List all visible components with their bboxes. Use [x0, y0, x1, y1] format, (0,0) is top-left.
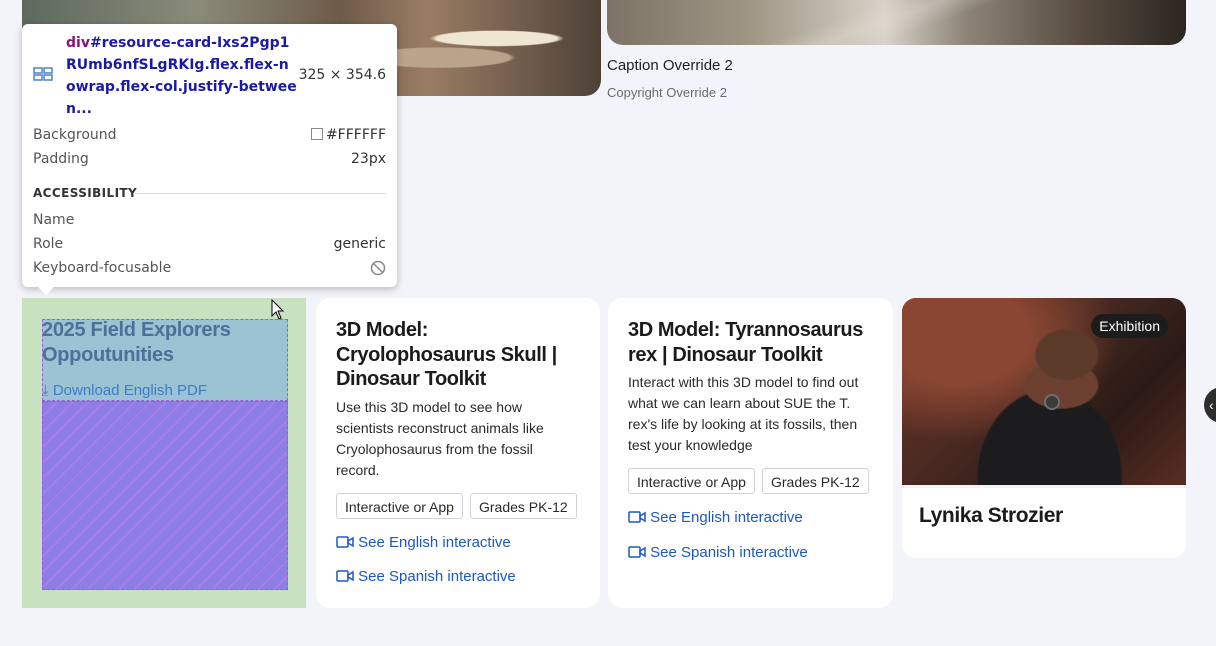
person-name[interactable]: Lynika Strozier: [919, 504, 1063, 528]
image-copyright: Copyright Override 2: [607, 85, 727, 100]
not-focusable-icon: [370, 260, 386, 276]
name-label: Name: [33, 212, 75, 228]
featured-image-right[interactable]: [607, 0, 1186, 45]
carousel-next-button[interactable]: ‹: [1204, 387, 1216, 423]
chevron-icon: ‹: [1209, 397, 1214, 413]
color-swatch: [310, 128, 323, 140]
role-value: generic: [333, 236, 386, 252]
microphone: [1046, 396, 1058, 408]
accessibility-section-title: ACCESSIBILITY: [33, 186, 138, 200]
tag-chip-grades: Grades PK-12: [762, 468, 869, 494]
tag-chip-type: Interactive or App: [336, 493, 463, 519]
background-label: Background: [33, 127, 117, 143]
devtools-inspect-tooltip: div#resource-card-Ixs2Pgp1RUmb6nfSLgRKIg…: [22, 24, 397, 287]
see-english-interactive-link[interactable]: See English interactive: [336, 534, 511, 551]
tag-chip-type: Interactive or App: [628, 468, 755, 494]
card-description: Interact with this 3D model to find out …: [628, 374, 859, 453]
photo-divider: [902, 485, 1186, 488]
person-card-lynika-strozier[interactable]: Exhibition Lynika Strozier: [902, 298, 1186, 558]
tooltip-arrow: [37, 286, 55, 295]
image-caption: Caption Override 2: [607, 57, 733, 74]
see-spanish-interactive-link[interactable]: See Spanish interactive: [336, 568, 516, 585]
video-camera-icon: [336, 536, 354, 548]
section-divider: [133, 193, 386, 194]
resource-card-tyrannosaurus[interactable]: 3D Model: Tyrannosaurus rex | Dinosaur T…: [608, 298, 893, 608]
see-english-interactive-link[interactable]: See English interactive: [628, 509, 803, 526]
inspect-padding-highlight: [42, 401, 288, 590]
card-title[interactable]: 3D Model: Cryolophosaurus Skull | Dinosa…: [336, 318, 586, 392]
padding-label: Padding: [33, 151, 89, 167]
grid-layout-icon: [33, 67, 53, 81]
video-camera-icon: [628, 546, 646, 558]
card-description: Use this 3D model to see how scientists …: [336, 399, 544, 478]
element-selector: div#resource-card-Ixs2Pgp1RUmb6nfSLgRKIg…: [66, 35, 297, 117]
tag-chip-grades: Grades PK-12: [470, 493, 577, 519]
see-spanish-interactive-link[interactable]: See Spanish interactive: [628, 544, 808, 561]
card-title[interactable]: 3D Model: Tyrannosaurus rex | Dinosaur T…: [628, 318, 878, 367]
role-label: Role: [33, 236, 64, 252]
download-icon: ⤓: [42, 382, 49, 399]
background-value: #FFFFFF: [310, 127, 386, 143]
exhibition-badge: Exhibition: [1091, 314, 1168, 338]
download-english-pdf-link[interactable]: ⤓ Download English PDF: [42, 382, 207, 399]
padding-value: 23px: [351, 151, 386, 167]
element-dimensions: 325 × 354.6: [298, 67, 386, 83]
mouse-pointer-icon: [271, 299, 285, 320]
video-camera-icon: [628, 511, 646, 523]
video-camera-icon: [336, 570, 354, 582]
card-title[interactable]: 2025 Field Explorers Oppoutunities: [42, 318, 282, 368]
resource-card-cryolophosaurus[interactable]: 3D Model: Cryolophosaurus Skull | Dinosa…: [316, 298, 600, 608]
keyboard-focusable-label: Keyboard-focusable: [33, 260, 172, 276]
